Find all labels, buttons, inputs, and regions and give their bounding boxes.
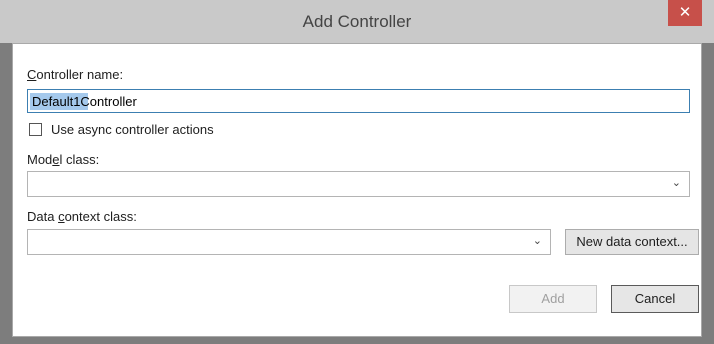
chevron-down-icon: ⌄ <box>532 235 542 247</box>
async-checkbox[interactable] <box>29 123 42 136</box>
cancel-button[interactable]: Cancel <box>611 285 699 313</box>
dialog-title: Add Controller <box>302 12 412 31</box>
data-context-class-label: Data context class: <box>27 209 137 224</box>
data-context-class-dropdown[interactable]: ⌄ <box>27 229 551 255</box>
add-button[interactable]: Add <box>509 285 597 313</box>
new-data-context-button[interactable]: New data context... <box>565 229 699 255</box>
close-icon: ✕ <box>678 4 692 21</box>
controller-name-label: Controller name: <box>27 67 124 82</box>
model-class-dropdown[interactable]: ⌄ <box>27 171 690 197</box>
title-bar: Add Controller ✕ <box>0 0 714 43</box>
controller-name-value: Default1Controller <box>32 94 137 109</box>
add-controller-dialog: Add Controller ✕ Controller name: Defaul… <box>0 0 714 344</box>
async-checkbox-label[interactable]: Use async controller actions <box>51 122 214 137</box>
model-class-label: Model class: <box>27 152 100 167</box>
chevron-down-icon: ⌄ <box>671 177 681 189</box>
controller-name-input[interactable]: Default1Controller <box>27 89 690 113</box>
close-button[interactable]: ✕ <box>668 0 702 26</box>
dialog-content: Controller name: Default1Controller Use … <box>12 43 702 337</box>
